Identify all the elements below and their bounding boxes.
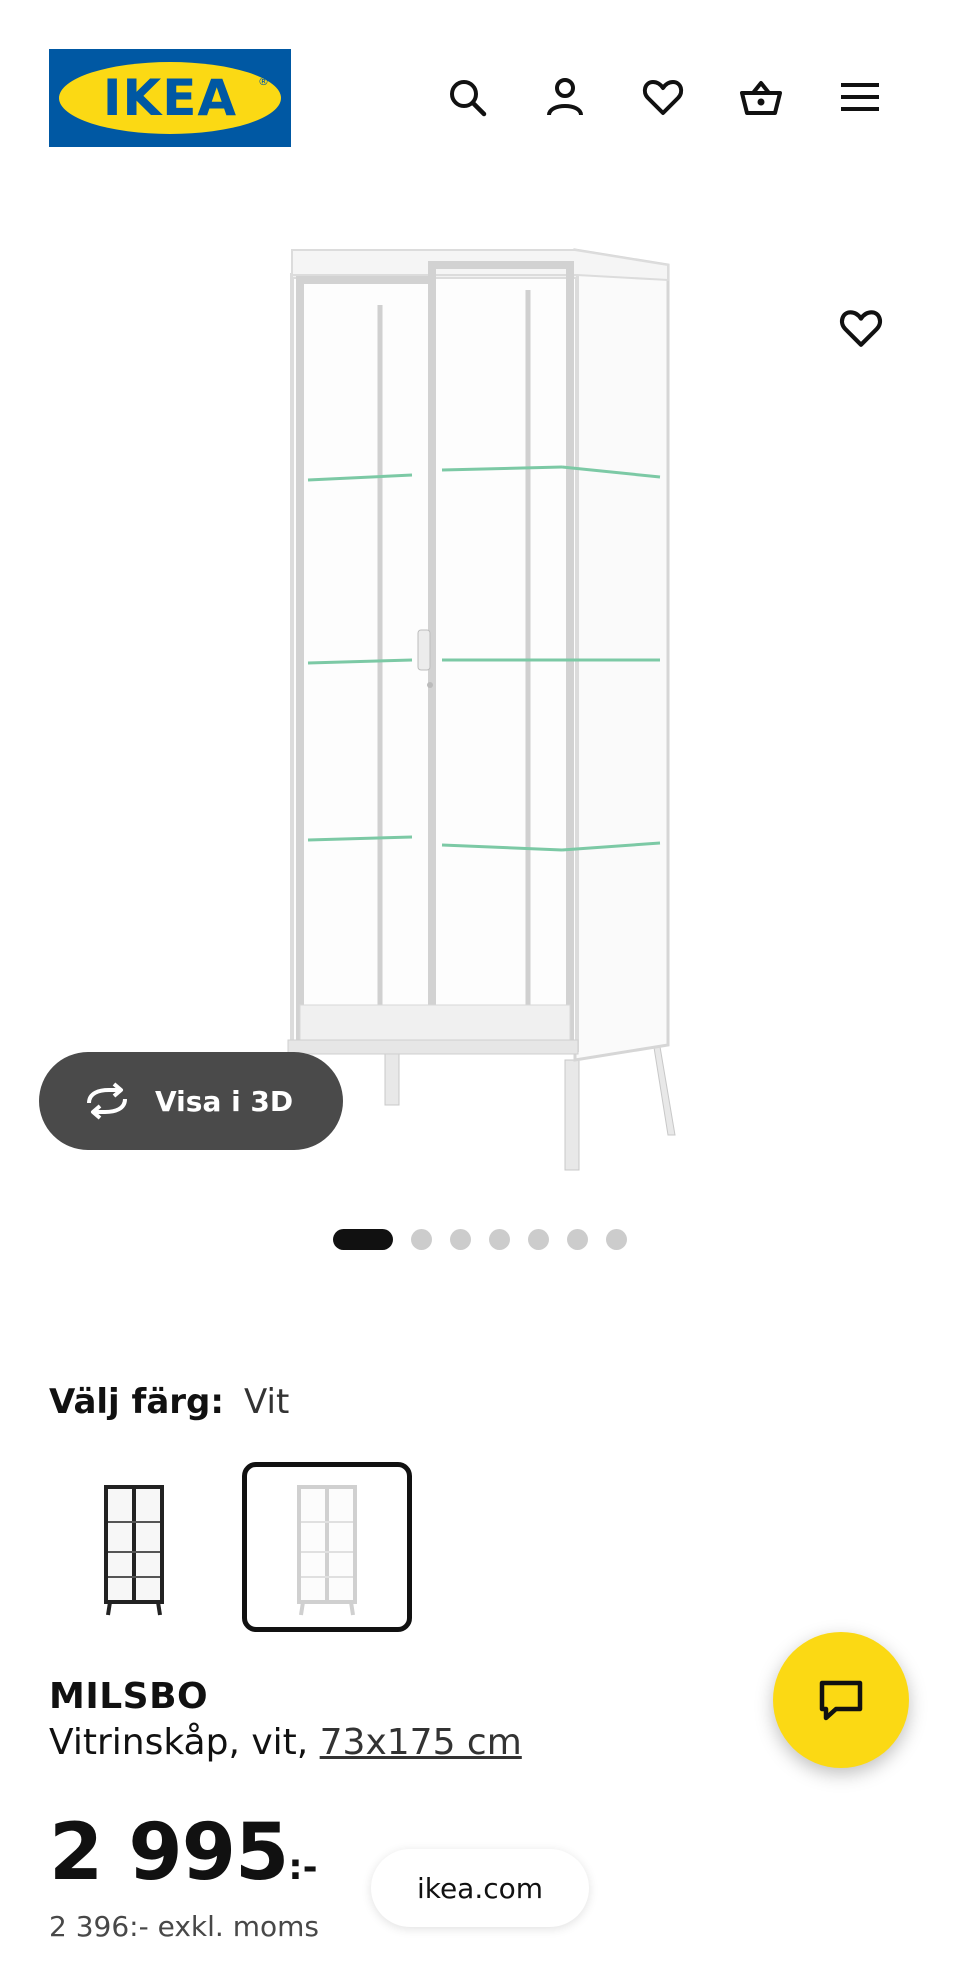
price-amount: 2 995: [49, 1808, 289, 1898]
rotate-3d-icon: [81, 1081, 133, 1121]
menu-icon[interactable]: [836, 73, 884, 121]
search-icon[interactable]: [443, 73, 491, 121]
price-suffix: :-: [288, 1847, 318, 1888]
product-price: 2 995:-: [49, 1808, 318, 1898]
account-icon[interactable]: [541, 73, 589, 121]
gallery-dot[interactable]: [333, 1228, 393, 1250]
product-size-link[interactable]: 73x175 cm: [320, 1722, 522, 1763]
gallery-dot[interactable]: [450, 1228, 471, 1250]
gallery-dot[interactable]: [489, 1228, 510, 1250]
color-selector-label: Välj färg: Vit: [49, 1382, 289, 1422]
image-favorite-icon[interactable]: [836, 303, 886, 353]
view-in-3d-button[interactable]: Visa i 3D: [39, 1052, 343, 1150]
view-in-3d-label: Visa i 3D: [155, 1084, 294, 1118]
color-swatch-white[interactable]: [242, 1462, 412, 1632]
gallery-dot[interactable]: [567, 1228, 588, 1250]
basket-icon[interactable]: [737, 73, 785, 121]
color-label: Välj färg:: [49, 1382, 224, 1422]
heart-icon[interactable]: [639, 73, 687, 121]
product-name: MILSBO: [49, 1676, 209, 1717]
logo-text: IKEA: [59, 62, 281, 134]
product-description: Vitrinskåp, vit, 73x175 cm: [49, 1722, 522, 1763]
logo-registered: ®: [258, 75, 269, 88]
gallery-dot[interactable]: [528, 1228, 549, 1250]
ikea-logo[interactable]: IKEA ®: [49, 49, 291, 147]
browser-url-bar[interactable]: ikea.com: [371, 1849, 589, 1927]
chat-icon: [819, 1680, 863, 1721]
gallery-pagination: [0, 1226, 960, 1252]
product-image[interactable]: [280, 245, 680, 1175]
product-page: IKEA ® Visa i 3D Välj färg: Vit MILSBO V…: [0, 0, 960, 1962]
gallery-dot[interactable]: [606, 1228, 627, 1250]
color-swatch-black[interactable]: [49, 1462, 219, 1632]
color-value: Vit: [243, 1382, 290, 1422]
gallery-dot[interactable]: [411, 1228, 432, 1250]
price-excl-vat: 2 396:- exkl. moms: [49, 1910, 319, 1943]
product-type: Vitrinskåp, vit,: [49, 1722, 320, 1763]
chat-button[interactable]: [773, 1632, 909, 1768]
